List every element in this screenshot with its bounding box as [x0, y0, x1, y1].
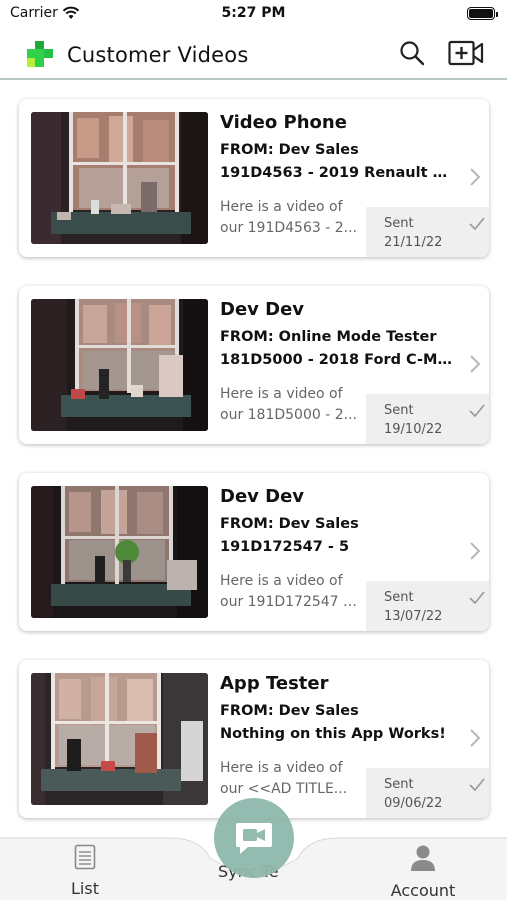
- chevron-right-icon: [469, 728, 481, 752]
- vehicle-title: 191D4563 - 2019 Renault KA...: [220, 165, 458, 181]
- video-card[interactable]: Video Phone FROM: Dev Sales 191D4563 - 2…: [19, 99, 489, 257]
- status-badge: Sent 13/07/22: [366, 581, 489, 631]
- status-label: Sent: [384, 216, 414, 231]
- customer-name: Dev Dev: [220, 299, 305, 320]
- search-icon[interactable]: [398, 39, 426, 71]
- status-badge: Sent 09/06/22: [366, 768, 489, 818]
- tab-account-label: Account: [390, 881, 456, 900]
- page-title: Customer Videos: [67, 43, 249, 67]
- checkmark-icon: [469, 216, 485, 235]
- app-logo-icon: [24, 38, 56, 74]
- list-icon: [74, 844, 96, 870]
- tab-account[interactable]: Account: [382, 844, 464, 900]
- clock: 5:27 PM: [221, 5, 286, 21]
- account-icon: [411, 845, 435, 871]
- message-preview-line2: our <<AD TITLE...: [220, 781, 348, 797]
- checkmark-icon: [469, 590, 485, 609]
- tab-list-label: List: [71, 879, 99, 898]
- message-preview-line1: Here is a video of: [220, 760, 343, 776]
- customer-name: Video Phone: [220, 112, 347, 133]
- video-card[interactable]: App Tester FROM: Dev Sales Nothing on th…: [19, 660, 489, 818]
- video-card[interactable]: Dev Dev FROM: Dev Sales 191D172547 - 5 H…: [19, 473, 489, 631]
- customer-name: App Tester: [220, 673, 329, 694]
- chevron-right-icon: [469, 541, 481, 565]
- sent-date: 09/06/22: [384, 796, 443, 811]
- add-video-icon[interactable]: [448, 39, 484, 71]
- status-label: Sent: [384, 403, 414, 418]
- vehicle-title: 191D172547 - 5: [220, 539, 350, 555]
- sent-date: 13/07/22: [384, 609, 443, 624]
- message-preview-line2: our 191D172547 -...: [220, 594, 360, 610]
- message-preview-line1: Here is a video of: [220, 386, 343, 402]
- sender-label: FROM: Dev Sales: [220, 142, 359, 158]
- status-bar: Carrier 5:27 PM: [0, 0, 507, 28]
- sender-label: FROM: Dev Sales: [220, 516, 359, 532]
- vehicle-title: 181D5000 - 2018 Ford C-MA...: [220, 352, 458, 368]
- video-thumbnail[interactable]: [31, 112, 208, 244]
- screen: Carrier 5:27 PM Customer Videos Video Ph…: [0, 0, 507, 900]
- checkmark-icon: [469, 403, 485, 422]
- vehicle-title: Nothing on this App Works!: [220, 726, 446, 742]
- video-thumbnail[interactable]: [31, 673, 208, 805]
- battery-icon: [467, 7, 498, 20]
- sender-label: FROM: Online Mode Tester: [220, 329, 437, 345]
- sent-date: 21/11/22: [384, 235, 443, 250]
- message-preview-line1: Here is a video of: [220, 573, 343, 589]
- message-preview-line2: our 191D4563 - 2...: [220, 220, 357, 236]
- video-thumbnail[interactable]: [31, 299, 208, 431]
- video-list[interactable]: Video Phone FROM: Dev Sales 191D4563 - 2…: [0, 82, 507, 842]
- status-label: Sent: [384, 777, 414, 792]
- video-message-icon: [236, 823, 272, 854]
- checkmark-icon: [469, 777, 485, 796]
- video-card[interactable]: Dev Dev FROM: Online Mode Tester 181D500…: [19, 286, 489, 444]
- app-header: Customer Videos: [0, 30, 507, 80]
- sent-date: 19/10/22: [384, 422, 443, 437]
- status-badge: Sent 19/10/22: [366, 394, 489, 444]
- status-label: Sent: [384, 590, 414, 605]
- chevron-right-icon: [469, 354, 481, 378]
- chevron-right-icon: [469, 167, 481, 191]
- sender-label: FROM: Dev Sales: [220, 703, 359, 719]
- status-badge: Sent 21/11/22: [366, 207, 489, 257]
- message-preview-line1: Here is a video of: [220, 199, 343, 215]
- customer-name: Dev Dev: [220, 486, 305, 507]
- tab-list[interactable]: List: [55, 844, 115, 898]
- video-thumbnail[interactable]: [31, 486, 208, 618]
- message-preview-line2: our 181D5000 - 2...: [220, 407, 357, 423]
- sync-video-button[interactable]: [214, 798, 294, 878]
